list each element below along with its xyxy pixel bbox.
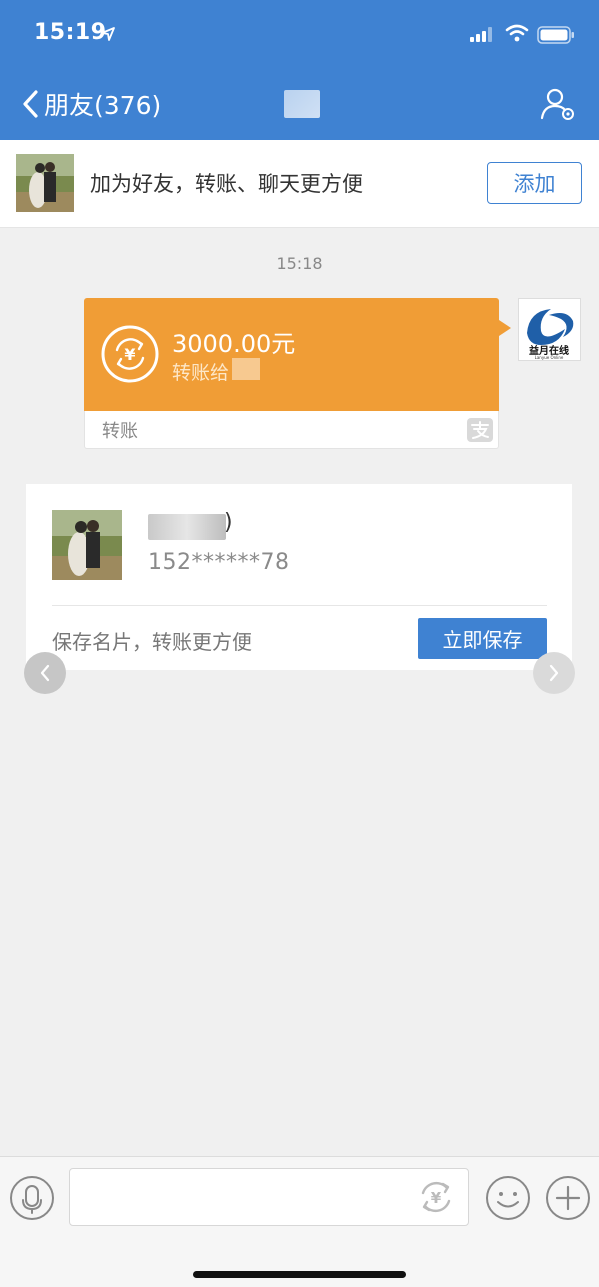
alipay-icon — [467, 418, 493, 442]
svg-text:Lanyue Online: Lanyue Online — [535, 355, 564, 360]
card-avatar — [52, 510, 122, 580]
transfer-amount: 3000.00元 — [172, 330, 296, 358]
chevron-left-icon — [40, 664, 50, 682]
add-friend-bar: 加为好友，转账、聊天更方便 添加 — [0, 140, 599, 228]
user-settings-icon — [540, 88, 574, 120]
profile-settings-button[interactable] — [538, 86, 578, 122]
lanyue-logo-icon: 益月在线 Lanyue Online — [527, 309, 574, 360]
save-card-button[interactable]: 立即保存 — [418, 618, 547, 659]
emoji-icon — [486, 1176, 530, 1220]
back-label: 朋友(376) — [44, 91, 162, 120]
header: 15:19 朋友(376) — [0, 0, 599, 140]
input-bar: ¥ — [0, 1156, 599, 1287]
card-phone: 152******78 — [148, 550, 290, 575]
more-button[interactable] — [545, 1175, 591, 1225]
transfer-footer: 转账 — [84, 411, 499, 449]
save-card-tip: 保存名片，转账更方便 — [52, 630, 252, 654]
plus-icon — [546, 1176, 590, 1220]
message-input[interactable] — [69, 1168, 469, 1226]
voice-button[interactable] — [9, 1175, 55, 1225]
add-friend-text: 加为好友，转账、聊天更方便 — [90, 172, 363, 196]
sender-avatar[interactable]: 益月在线 Lanyue Online — [518, 298, 581, 361]
card-divider — [52, 605, 547, 606]
transfer-message[interactable]: ¥ 3000.00元 转账给 转账 — [84, 298, 511, 449]
yuan-transfer-icon: ¥ — [421, 1181, 451, 1213]
status-time: 15:19 — [34, 20, 107, 45]
emoji-button[interactable] — [485, 1175, 531, 1225]
chevron-left-icon — [23, 90, 38, 118]
transfer-description: 转账给 — [172, 362, 230, 384]
recipient-name-redacted — [232, 358, 260, 380]
contact-card[interactable]: ) 152******78 保存名片，转账更方便 立即保存 — [26, 484, 572, 670]
previous-button[interactable] — [24, 652, 66, 694]
back-button[interactable]: 朋友(376) — [22, 86, 161, 122]
svg-text:¥: ¥ — [431, 1189, 442, 1207]
home-indicator — [193, 1271, 406, 1278]
location-arrow-icon — [101, 27, 115, 41]
transfer-bubble: ¥ 3000.00元 转账给 — [84, 298, 499, 411]
bubble-tail — [499, 320, 511, 336]
battery-icon — [537, 26, 574, 44]
input-transfer-button[interactable]: ¥ — [415, 1176, 457, 1222]
transfer-label: 转账 — [102, 421, 138, 442]
microphone-icon — [10, 1176, 54, 1220]
message-timestamp: 15:18 — [276, 254, 323, 273]
card-name: ) — [224, 510, 233, 535]
wifi-icon — [505, 24, 529, 42]
contact-avatar[interactable] — [16, 154, 74, 212]
nav-title — [284, 90, 320, 118]
yuan-transfer-icon: ¥ — [101, 325, 159, 383]
svg-text:¥: ¥ — [124, 345, 135, 364]
next-button[interactable] — [533, 652, 575, 694]
chevron-right-icon — [549, 664, 559, 682]
card-name-redacted — [148, 514, 226, 540]
add-friend-button[interactable]: 添加 — [487, 162, 582, 204]
signal-icon — [470, 27, 492, 42]
